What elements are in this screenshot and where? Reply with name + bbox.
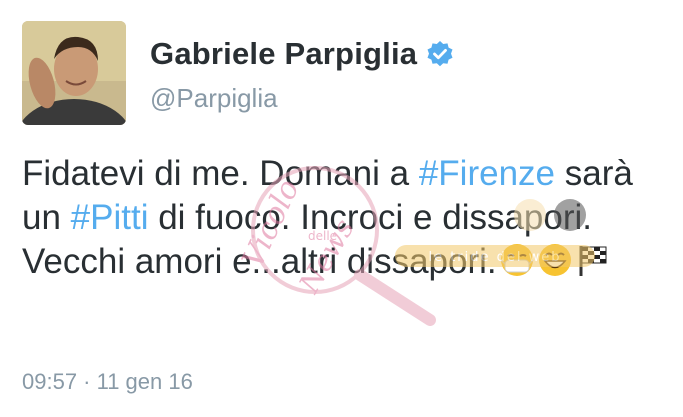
hashtag-link[interactable]: #Pitti <box>71 198 149 237</box>
display-name[interactable]: Gabriele Parpiglia <box>150 36 417 72</box>
tweet-timestamp[interactable]: 09:57 · 11 gen 16 <box>22 369 193 395</box>
verified-badge-icon <box>426 40 454 68</box>
checkered-flag-emoji-icon <box>575 242 611 289</box>
mask-face-emoji-icon <box>499 242 535 289</box>
user-handle[interactable]: @Parpiglia <box>150 83 278 114</box>
hashtag-link[interactable]: #Firenze <box>419 154 555 193</box>
avatar[interactable] <box>22 21 126 125</box>
tweet-text: Fidatevi di me. Domani a #Firenze sarà u… <box>22 152 642 289</box>
grinning-face-emoji-icon <box>537 242 573 289</box>
tweet-card: Gabriele Parpiglia @Parpiglia Fidatevi d… <box>0 0 683 417</box>
tweet-text-segment: Fidatevi di me. Domani a <box>22 154 419 193</box>
